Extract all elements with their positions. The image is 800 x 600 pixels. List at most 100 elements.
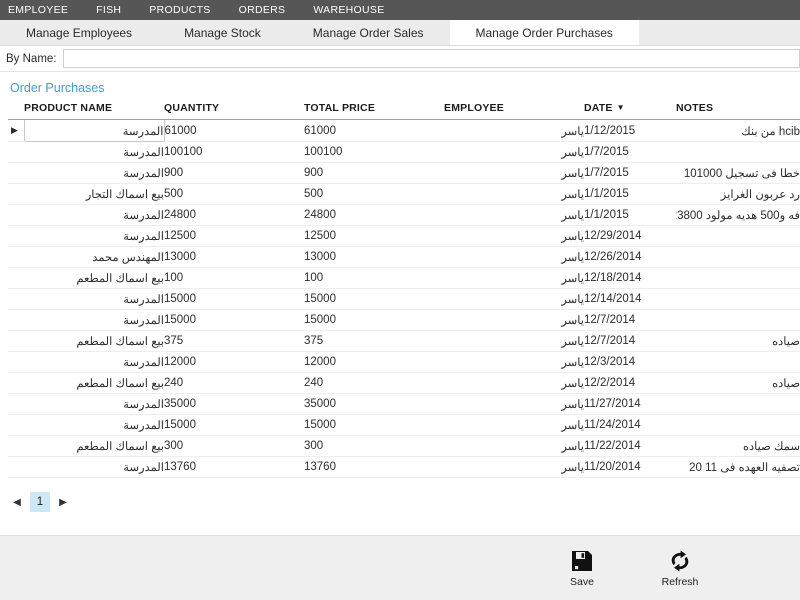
cell-quantity[interactable]: 500 — [164, 183, 304, 205]
cell-quantity[interactable]: 100 — [164, 267, 304, 289]
cell-product-name[interactable]: المدرسة — [24, 162, 164, 184]
cell-quantity[interactable]: 375 — [164, 330, 304, 352]
cell-date[interactable]: 1/1/2015 — [584, 183, 676, 205]
cell-total-price[interactable]: 15000 — [304, 309, 444, 331]
cell-product-name[interactable]: المدرسة — [24, 225, 164, 247]
cell-product-name[interactable]: المدرسة — [24, 204, 164, 226]
cell-quantity[interactable]: 15000 — [164, 288, 304, 310]
cell-date[interactable]: 12/14/2014 — [584, 288, 676, 310]
row-selector-cell[interactable] — [8, 393, 24, 415]
cell-quantity[interactable]: 61000 — [164, 119, 304, 142]
row-selector-cell[interactable] — [8, 162, 24, 184]
save-button[interactable]: Save — [554, 549, 610, 588]
cell-employee[interactable]: ياسر — [444, 119, 584, 142]
cell-notes[interactable] — [676, 246, 800, 268]
cell-notes[interactable] — [676, 414, 800, 436]
table-row[interactable]: المدرسة 12500 12500 ياسر 12/29/2014 — [8, 225, 800, 247]
menu-item-orders[interactable]: ORDERS — [239, 4, 300, 16]
pagination-page-1[interactable]: 1 — [30, 492, 50, 512]
cell-product-name[interactable]: المدرسة — [24, 456, 164, 478]
row-selector-cell[interactable] — [8, 288, 24, 310]
cell-product-name[interactable]: المدرسة — [24, 141, 164, 163]
row-selector-cell[interactable] — [8, 351, 24, 373]
cell-quantity[interactable]: 35000 — [164, 393, 304, 415]
column-header-employee[interactable]: EMPLOYEE — [444, 102, 584, 120]
cell-employee[interactable]: ياسر — [444, 288, 584, 310]
row-selector-cell[interactable] — [8, 183, 24, 205]
row-selector-cell[interactable] — [8, 246, 24, 268]
cell-date[interactable]: 11/24/2014 — [584, 414, 676, 436]
cell-employee[interactable]: ياسر — [444, 267, 584, 289]
cell-employee[interactable]: ياسر — [444, 309, 584, 331]
cell-employee[interactable]: ياسر — [444, 162, 584, 184]
table-row[interactable]: المدرسة 15000 15000 ياسر 11/24/2014 — [8, 414, 800, 436]
refresh-button[interactable]: Refresh — [652, 549, 708, 588]
tab-manage-stock[interactable]: Manage Stock — [158, 20, 287, 45]
cell-notes[interactable] — [676, 309, 800, 331]
row-selector-cell[interactable] — [8, 435, 24, 457]
cell-product-name[interactable]: بيع اسماك المطعم — [24, 435, 164, 457]
row-selector-cell[interactable] — [8, 267, 24, 289]
table-row[interactable]: المدرسة 35000 35000 ياسر 11/27/2014 — [8, 393, 800, 415]
cell-total-price[interactable]: 300 — [304, 435, 444, 457]
cell-notes[interactable] — [676, 225, 800, 247]
table-row[interactable]: المدرسة 100100 100100 ياسر 1/7/2015 — [8, 141, 800, 163]
tab-manage-order-purchases[interactable]: Manage Order Purchases — [449, 20, 639, 45]
cell-quantity[interactable]: 13760 — [164, 456, 304, 478]
cell-date[interactable]: 1/7/2015 — [584, 141, 676, 163]
tab-manage-order-sales[interactable]: Manage Order Sales — [287, 20, 450, 45]
cell-product-name[interactable]: المدرسة — [23, 119, 165, 142]
cell-product-name[interactable]: المدرسة — [24, 288, 164, 310]
cell-quantity[interactable]: 15000 — [164, 309, 304, 331]
cell-employee[interactable]: ياسر — [444, 351, 584, 373]
column-header-quantity[interactable]: QUANTITY — [164, 102, 304, 120]
cell-total-price[interactable]: 900 — [304, 162, 444, 184]
cell-employee[interactable]: ياسر — [444, 183, 584, 205]
cell-employee[interactable]: ياسر — [444, 141, 584, 163]
cell-date[interactable]: 11/20/2014 — [584, 456, 676, 478]
table-row[interactable]: المدرسة 900 900 ياسر 1/7/2015 خطا فى تسجيل 10… — [8, 162, 800, 184]
cell-quantity[interactable]: 13000 — [164, 246, 304, 268]
row-selector-cell[interactable] — [8, 309, 24, 331]
row-selector-cell[interactable] — [8, 456, 24, 478]
cell-date[interactable]: 1/1/2015 — [584, 204, 676, 226]
cell-notes[interactable] — [676, 141, 800, 163]
cell-date[interactable]: 12/18/2014 — [584, 267, 676, 289]
cell-notes[interactable]: رد عربون الغرايز — [676, 183, 800, 205]
table-row[interactable]: ▶ المدرسة 61000 61000 ياسر 1/12/2015 hcib من ب… — [8, 119, 800, 142]
table-row[interactable]: بيع اسماك المطعم 100 100 ياسر 12/18/2014 — [8, 267, 800, 289]
pagination-next-icon[interactable]: ▶ — [56, 493, 70, 511]
cell-employee[interactable]: ياسر — [444, 372, 584, 394]
row-selector-cell[interactable] — [8, 225, 24, 247]
cell-employee[interactable]: ياسر — [444, 204, 584, 226]
cell-date[interactable]: 1/7/2015 — [584, 162, 676, 184]
cell-total-price[interactable]: 240 — [304, 372, 444, 394]
cell-quantity[interactable]: 300 — [164, 435, 304, 457]
cell-product-name[interactable]: المدرسة — [24, 414, 164, 436]
cell-total-price[interactable]: 12000 — [304, 351, 444, 373]
cell-notes[interactable]: فه و500 هديه مولود 23800 — [676, 204, 800, 226]
filter-by-name-input[interactable] — [62, 49, 800, 68]
column-header-notes[interactable]: NOTES — [676, 102, 800, 120]
cell-date[interactable]: 12/29/2014 — [584, 225, 676, 247]
table-row[interactable]: المدرسة 15000 15000 ياسر 12/14/2014 — [8, 288, 800, 310]
cell-product-name[interactable]: المهندس محمد — [24, 246, 164, 268]
table-row[interactable]: المدرسة 12000 12000 ياسر 12/3/2014 — [8, 351, 800, 373]
cell-product-name[interactable]: المدرسة — [24, 393, 164, 415]
cell-employee[interactable]: ياسر — [444, 393, 584, 415]
row-selector-cell[interactable] — [8, 414, 24, 436]
cell-notes[interactable] — [676, 351, 800, 373]
menu-item-products[interactable]: PRODUCTS — [149, 4, 224, 16]
cell-product-name[interactable]: المدرسة — [24, 309, 164, 331]
cell-total-price[interactable]: 15000 — [304, 288, 444, 310]
cell-employee[interactable]: ياسر — [444, 246, 584, 268]
cell-date[interactable]: 11/27/2014 — [584, 393, 676, 415]
cell-date[interactable]: 12/3/2014 — [584, 351, 676, 373]
cell-total-price[interactable]: 100 — [304, 267, 444, 289]
table-row[interactable]: بيع اسماك التجار 500 500 ياسر 1/1/2015 رد عرب… — [8, 183, 800, 205]
cell-date[interactable]: 11/22/2014 — [584, 435, 676, 457]
table-row[interactable]: بيع اسماك المطعم 375 375 ياسر 12/7/2014 صياده — [8, 330, 800, 352]
cell-total-price[interactable]: 375 — [304, 330, 444, 352]
cell-quantity[interactable]: 12500 — [164, 225, 304, 247]
cell-quantity[interactable]: 240 — [164, 372, 304, 394]
